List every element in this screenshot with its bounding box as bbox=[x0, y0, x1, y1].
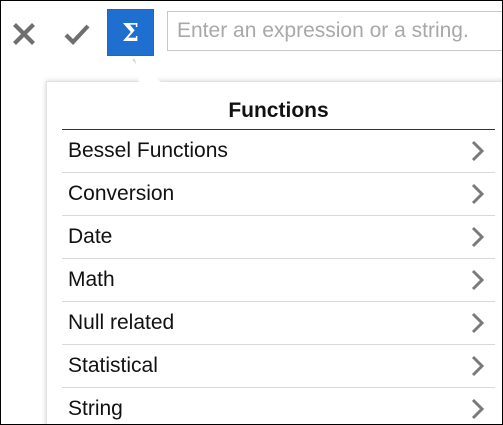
function-category-date[interactable]: Date bbox=[62, 216, 495, 259]
function-category-null-related[interactable]: Null related bbox=[62, 302, 495, 345]
popup-pointer bbox=[132, 58, 163, 84]
function-category-conversion[interactable]: Conversion bbox=[62, 173, 495, 216]
function-category-label: Statistical bbox=[68, 354, 158, 377]
function-category-label: Date bbox=[68, 225, 113, 248]
cancel-button[interactable] bbox=[9, 19, 39, 49]
chevron-right-icon bbox=[471, 183, 485, 205]
expression-toolbar: Σ bbox=[1, 1, 502, 67]
chevron-right-icon bbox=[471, 312, 485, 334]
function-category-label: String bbox=[68, 397, 123, 420]
function-category-bessel[interactable]: Bessel Functions bbox=[62, 130, 495, 173]
accept-button[interactable] bbox=[62, 19, 92, 49]
chevron-right-icon bbox=[471, 398, 485, 420]
chevron-right-icon bbox=[471, 140, 485, 162]
expression-input[interactable] bbox=[167, 11, 502, 51]
function-category-label: Null related bbox=[68, 311, 175, 334]
function-category-label: Math bbox=[68, 268, 115, 291]
close-icon bbox=[13, 23, 35, 45]
chevron-right-icon bbox=[471, 269, 485, 291]
function-category-string[interactable]: String bbox=[62, 388, 495, 424]
function-category-label: Conversion bbox=[68, 182, 175, 205]
chevron-right-icon bbox=[471, 226, 485, 248]
functions-list: Bessel Functions Conversion Date Math Nu… bbox=[62, 129, 495, 424]
expression-editor: Σ Functions Bessel Functions Conversion … bbox=[0, 0, 503, 425]
function-category-math[interactable]: Math bbox=[62, 259, 495, 302]
chevron-right-icon bbox=[471, 355, 485, 377]
functions-popup-title: Functions bbox=[228, 99, 329, 122]
sigma-icon: Σ bbox=[122, 18, 139, 47]
function-category-statistical[interactable]: Statistical bbox=[62, 345, 495, 388]
functions-button[interactable]: Σ bbox=[107, 9, 154, 56]
checkmark-icon bbox=[64, 24, 90, 46]
function-category-label: Bessel Functions bbox=[68, 139, 228, 162]
